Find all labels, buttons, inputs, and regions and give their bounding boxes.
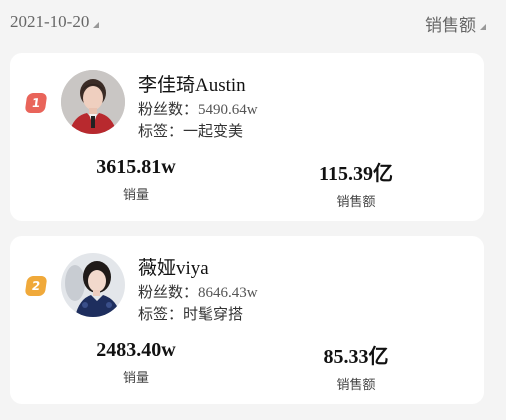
fans-label: 粉丝数：: [138, 283, 199, 301]
fans-count: 粉丝数：5490.64w: [138, 98, 258, 119]
date-value: 2021-10-20: [10, 12, 90, 31]
tags-value: 时髦穿搭: [183, 305, 244, 323]
ranking-card[interactable]: 2 薇娅viya 粉丝数：8646.43w 标签：时髦穿搭 2483.40w 销…: [10, 236, 484, 404]
dropdown-triangle-icon: [480, 23, 486, 30]
sales-volume-stat: 3615.81w 销量: [46, 156, 226, 203]
sales-amount-value: 115.39亿: [319, 163, 393, 185]
date-selector[interactable]: 2021-10-20: [10, 12, 100, 32]
sort-selector[interactable]: 销售额: [425, 11, 486, 36]
sales-amount-stat: 85.33亿 销售额: [266, 340, 446, 393]
sort-label: 销售额: [425, 16, 476, 36]
sales-volume-value: 2483.40w: [96, 339, 176, 361]
fans-value: 5490.64w: [198, 102, 258, 118]
anchor-name: 李佳琦Austin: [138, 75, 246, 96]
fans-label: 粉丝数：: [138, 100, 199, 118]
dropdown-triangle-icon: [93, 22, 100, 28]
fans-count: 粉丝数：8646.43w: [138, 281, 258, 302]
sales-amount-value: 85.33亿: [323, 346, 389, 368]
anchor-name: 薇娅viya: [138, 258, 209, 279]
ranking-card[interactable]: 1 李佳琦Austin 粉丝数：5490.64w 标签：一起变美 3615.81…: [10, 53, 484, 221]
sales-volume-label: 销量: [122, 188, 149, 203]
tags-label: 标签：: [138, 305, 184, 323]
sales-amount-label: 销售额: [336, 195, 376, 210]
tags-label: 标签：: [138, 122, 184, 140]
sales-volume-value: 3615.81w: [96, 156, 176, 178]
rank-badge: 1: [24, 93, 48, 113]
avatar[interactable]: [61, 253, 125, 317]
avatar[interactable]: [61, 70, 125, 134]
sales-volume-label: 销量: [122, 371, 149, 386]
tags-value: 一起变美: [183, 122, 244, 140]
rank-badge: 2: [24, 276, 48, 296]
fans-value: 8646.43w: [198, 285, 258, 301]
tags: 标签：一起变美: [138, 120, 243, 141]
sales-volume-stat: 2483.40w 销量: [46, 339, 226, 386]
sales-amount-label: 销售额: [336, 378, 376, 393]
header-bar: 2021-10-20 销售额: [0, 0, 506, 46]
sales-amount-stat: 115.39亿 销售额: [266, 157, 446, 210]
tags: 标签：时髦穿搭: [138, 303, 243, 324]
